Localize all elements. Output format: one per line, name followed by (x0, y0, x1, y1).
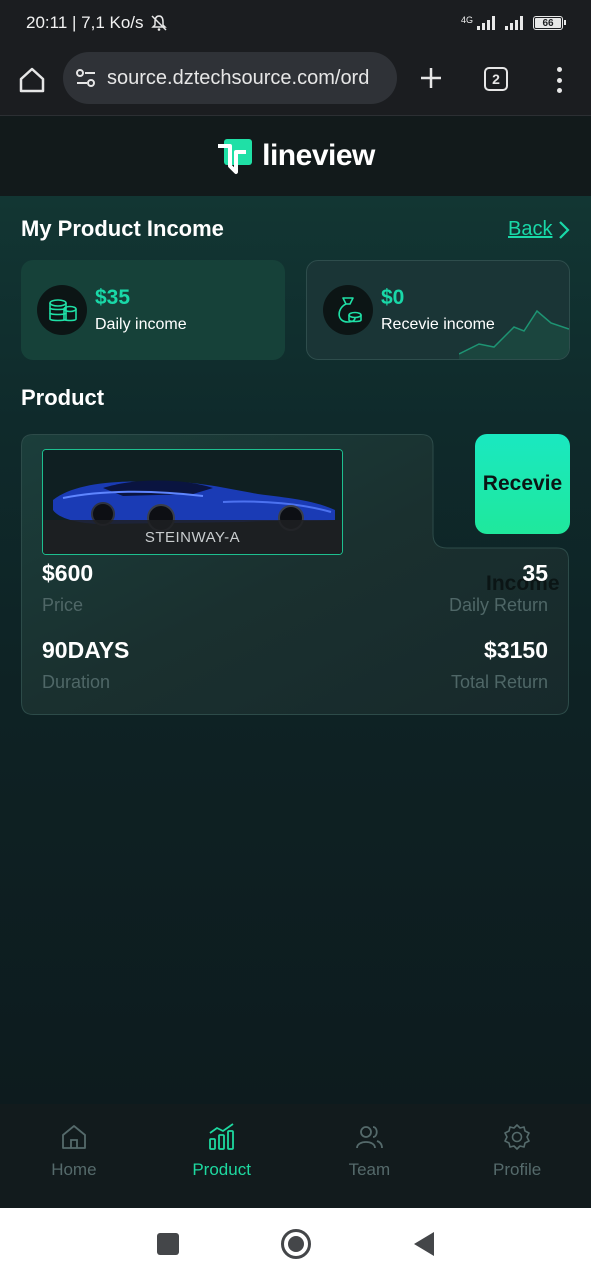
battery-icon: 66 (533, 16, 566, 30)
product-image: STEINWAY-A (42, 449, 343, 555)
nav-profile-label: Profile (493, 1160, 542, 1179)
home-icon[interactable] (18, 66, 46, 94)
daily-income-amount: $35 (95, 286, 131, 309)
gear-icon (504, 1124, 530, 1150)
system-nav-bar (0, 1208, 591, 1280)
main-content: My Product Income Back $35 Daily income (0, 196, 591, 1104)
back-label: Back (508, 218, 553, 240)
price-stat: $600 Price (42, 560, 93, 616)
bar-chart-icon (208, 1123, 234, 1150)
money-bag-icon (323, 285, 373, 335)
duration-stat: 90DAYS Duration (42, 637, 129, 693)
nav-product-label: Product (192, 1160, 251, 1179)
duration-label: Duration (42, 672, 111, 692)
battery-level: 66 (535, 18, 561, 29)
receive-button[interactable]: Recevie (475, 434, 570, 534)
status-bar: 20:11 | 7,1 Ko/s 4G 66 (0, 0, 591, 46)
app-header: lineview (0, 116, 591, 196)
logo-text: lineview (262, 139, 375, 172)
daily-return-value: 35 (522, 560, 548, 586)
url-bar[interactable]: source.dztechsource.com/ord (63, 52, 397, 104)
url-text[interactable]: source.dztechsource.com/ord (107, 67, 369, 90)
receive-button-label: Recevie (482, 472, 563, 495)
daily-return-stat: 35 Daily Return (449, 560, 548, 616)
logo-icon (218, 139, 253, 174)
network-type: 4G (460, 15, 473, 25)
mute-bell-icon (150, 15, 167, 31)
mountain-decoration (459, 309, 569, 359)
product-name: STEINWAY-A (43, 520, 342, 554)
home-icon (61, 1125, 86, 1149)
tab-switcher-button[interactable]: 2 (484, 67, 508, 91)
home-circle-icon[interactable] (280, 1228, 312, 1260)
total-return-label: Total Return (450, 672, 548, 692)
price-label: Price (42, 595, 84, 615)
total-return-value: $3150 (484, 637, 548, 663)
status-time: 20:11 | 7,1 Ko/s (26, 13, 144, 32)
signal-icon: 4G (461, 16, 495, 30)
bottom-nav: Home Product Team Profile (0, 1104, 591, 1208)
recents-icon[interactable] (156, 1232, 180, 1256)
total-return-stat: $3150 Total Return (451, 637, 548, 693)
nav-profile[interactable]: Profile (443, 1104, 591, 1208)
nav-team-label: Team (348, 1160, 391, 1179)
nav-team[interactable]: Team (296, 1104, 444, 1208)
price-value: $600 (42, 560, 94, 586)
more-menu-icon[interactable] (554, 67, 564, 93)
site-settings-icon[interactable] (75, 68, 97, 88)
tab-count: 2 (492, 71, 500, 87)
nav-home-label: Home (51, 1160, 97, 1179)
team-icon (356, 1126, 384, 1149)
chevron-right-icon (559, 220, 571, 239)
product-card: STEINWAY-A Recevie Income $600 Price 35 … (21, 434, 570, 715)
coins-icon (37, 285, 87, 335)
duration-value: 90DAYS (42, 637, 130, 663)
daily-income-card: $35 Daily income (21, 260, 285, 360)
browser-toolbar: source.dztechsource.com/ord 2 (0, 46, 591, 116)
nav-product[interactable]: Product (148, 1104, 296, 1208)
signal-2-icon (505, 16, 523, 30)
nav-home[interactable]: Home (0, 1104, 148, 1208)
daily-return-label: Daily Return (448, 595, 548, 615)
receive-income-card: $0 Recevie income (306, 260, 570, 360)
income-section-title: My Product Income (21, 216, 224, 241)
new-tab-icon[interactable] (419, 66, 443, 90)
product-section-title: Product (21, 385, 105, 410)
back-triangle-icon[interactable] (412, 1231, 436, 1257)
back-link[interactable]: Back (508, 218, 571, 241)
daily-income-label: Daily income (95, 316, 187, 333)
